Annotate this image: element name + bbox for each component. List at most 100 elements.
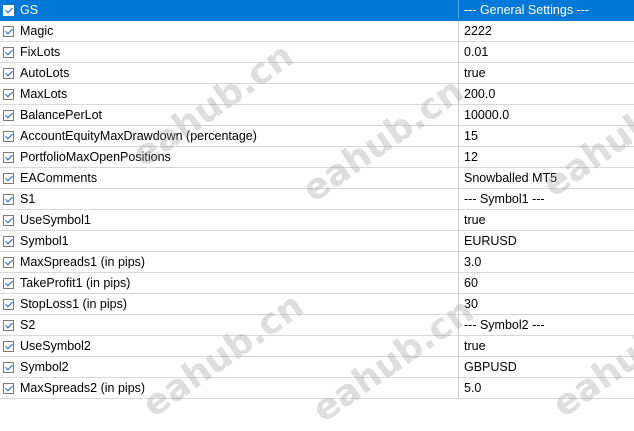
param-value-cell[interactable]: 30 — [458, 294, 634, 314]
checkbox-icon[interactable] — [3, 172, 14, 184]
param-name: AccountEquityMaxDrawdown (percentage) — [20, 129, 257, 143]
param-row[interactable]: Symbol1 EURUSD — [0, 231, 634, 252]
param-name-cell: MaxLots — [0, 84, 458, 104]
param-name: MaxSpreads1 (in pips) — [20, 255, 146, 269]
param-value-cell[interactable]: true — [458, 336, 634, 356]
param-value-cell[interactable]: 0.01 — [458, 42, 634, 62]
param-value-cell[interactable]: true — [458, 63, 634, 83]
param-name: MaxSpreads2 (in pips) — [20, 381, 146, 395]
param-value-cell[interactable]: 200.0 — [458, 84, 634, 104]
checkbox-icon[interactable] — [3, 25, 14, 37]
param-value: 3.0 — [464, 255, 482, 269]
param-row[interactable]: GS --- General Settings --- — [0, 0, 634, 21]
checkbox-icon[interactable] — [3, 235, 14, 247]
checkbox-icon[interactable] — [3, 298, 14, 310]
checkbox-icon[interactable] — [3, 256, 14, 268]
checkbox-icon[interactable] — [3, 193, 14, 205]
param-row[interactable]: AutoLots true — [0, 63, 634, 84]
checkbox-icon[interactable] — [3, 214, 14, 226]
param-name-cell: AutoLots — [0, 63, 458, 83]
param-name-cell: AccountEquityMaxDrawdown (percentage) — [0, 126, 458, 146]
param-row[interactable]: UseSymbol2 true — [0, 336, 634, 357]
param-name-cell: MaxSpreads1 (in pips) — [0, 252, 458, 272]
param-name-cell: StopLoss1 (in pips) — [0, 294, 458, 314]
checkbox-icon[interactable] — [3, 109, 14, 121]
param-row[interactable]: TakeProfit1 (in pips) 60 — [0, 273, 634, 294]
checkbox-icon[interactable] — [3, 151, 14, 163]
checkbox-icon[interactable] — [3, 277, 14, 289]
param-row[interactable]: UseSymbol1 true — [0, 210, 634, 231]
checkbox-icon[interactable] — [3, 67, 14, 79]
param-name: MaxLots — [20, 87, 68, 101]
param-name-cell: Symbol1 — [0, 231, 458, 251]
param-row[interactable]: Magic 2222 — [0, 21, 634, 42]
param-value-cell[interactable]: 10000.0 — [458, 105, 634, 125]
param-value: --- Symbol1 --- — [464, 192, 545, 206]
param-name-cell: BalancePerLot — [0, 105, 458, 125]
param-row[interactable]: EAComments Snowballed MT5 — [0, 168, 634, 189]
param-value-cell[interactable]: EURUSD — [458, 231, 634, 251]
param-value: 5.0 — [464, 381, 482, 395]
param-row[interactable]: MaxLots 200.0 — [0, 84, 634, 105]
param-value-cell[interactable]: 2222 — [458, 21, 634, 41]
checkbox-icon[interactable] — [3, 4, 14, 16]
param-value-cell[interactable]: --- Symbol1 --- — [458, 189, 634, 209]
param-row[interactable]: FixLots 0.01 — [0, 42, 634, 63]
param-name: TakeProfit1 (in pips) — [20, 276, 131, 290]
param-value-cell[interactable]: --- Symbol2 --- — [458, 315, 634, 335]
param-value-cell[interactable]: 3.0 — [458, 252, 634, 272]
param-name: GS — [20, 3, 39, 17]
param-name: UseSymbol1 — [20, 213, 91, 227]
param-name: EAComments — [20, 171, 98, 185]
param-value: 60 — [464, 276, 478, 290]
param-name-cell: Symbol2 — [0, 357, 458, 377]
param-name: PortfolioMaxOpenPositions — [20, 150, 171, 164]
param-row[interactable]: PortfolioMaxOpenPositions 12 — [0, 147, 634, 168]
param-row[interactable]: Symbol2 GBPUSD — [0, 357, 634, 378]
param-value: true — [464, 339, 486, 353]
param-row[interactable]: MaxSpreads1 (in pips) 3.0 — [0, 252, 634, 273]
param-row[interactable]: S2 --- Symbol2 --- — [0, 315, 634, 336]
param-value-cell[interactable]: true — [458, 210, 634, 230]
param-value-cell[interactable]: GBPUSD — [458, 357, 634, 377]
param-value: true — [464, 213, 486, 227]
param-name-cell: UseSymbol2 — [0, 336, 458, 356]
param-value: 2222 — [464, 24, 492, 38]
param-value-cell[interactable]: Snowballed MT5 — [458, 168, 634, 188]
param-value: 200.0 — [464, 87, 496, 101]
param-name: BalancePerLot — [20, 108, 103, 122]
param-row[interactable]: MaxSpreads2 (in pips) 5.0 — [0, 378, 634, 399]
param-value: 10000.0 — [464, 108, 510, 122]
param-value-cell[interactable]: --- General Settings --- — [458, 0, 634, 20]
param-value: 0.01 — [464, 45, 489, 59]
param-name: StopLoss1 (in pips) — [20, 297, 128, 311]
param-name-cell: Magic — [0, 21, 458, 41]
param-row[interactable]: AccountEquityMaxDrawdown (percentage) 15 — [0, 126, 634, 147]
param-name: UseSymbol2 — [20, 339, 91, 353]
checkbox-icon[interactable] — [3, 130, 14, 142]
param-value: --- Symbol2 --- — [464, 318, 545, 332]
param-name-cell: TakeProfit1 (in pips) — [0, 273, 458, 293]
param-name-cell: S2 — [0, 315, 458, 335]
checkbox-icon[interactable] — [3, 382, 14, 394]
param-name: S2 — [20, 318, 36, 332]
checkbox-icon[interactable] — [3, 340, 14, 352]
param-value: 15 — [464, 129, 478, 143]
param-value-cell[interactable]: 5.0 — [458, 378, 634, 398]
param-row[interactable]: BalancePerLot 10000.0 — [0, 105, 634, 126]
param-row[interactable]: S1 --- Symbol1 --- — [0, 189, 634, 210]
param-row[interactable]: StopLoss1 (in pips) 30 — [0, 294, 634, 315]
param-value-cell[interactable]: 15 — [458, 126, 634, 146]
param-value-cell[interactable]: 60 — [458, 273, 634, 293]
param-value: EURUSD — [464, 234, 517, 248]
param-name-cell: EAComments — [0, 168, 458, 188]
param-name-cell: S1 — [0, 189, 458, 209]
checkbox-icon[interactable] — [3, 88, 14, 100]
param-name: Symbol1 — [20, 234, 69, 248]
checkbox-icon[interactable] — [3, 361, 14, 373]
checkbox-icon[interactable] — [3, 319, 14, 331]
param-value: GBPUSD — [464, 360, 517, 374]
param-name: S1 — [20, 192, 36, 206]
param-value-cell[interactable]: 12 — [458, 147, 634, 167]
checkbox-icon[interactable] — [3, 46, 14, 58]
